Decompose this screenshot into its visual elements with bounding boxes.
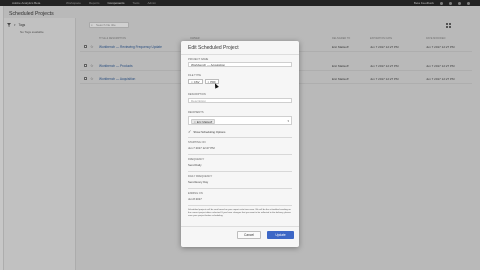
ending-on-value[interactable]: Jun 8 2017	[188, 197, 202, 201]
divider	[188, 154, 292, 155]
divider	[188, 205, 292, 206]
description-input[interactable]: Description	[188, 98, 292, 103]
file-type-label: File Type	[188, 74, 201, 77]
recipient-pill[interactable]: × Eric Matisoff	[191, 119, 216, 124]
edit-scheduled-project-dialog: Edit Scheduled Project Project Name Work…	[181, 41, 299, 247]
cancel-button[interactable]: Cancel	[237, 231, 261, 239]
recipient-name: Eric Matisoff	[196, 119, 213, 124]
recipients-input[interactable]: × Eric Matisoff ▾	[188, 116, 292, 125]
file-type-csv[interactable]: × CSV	[188, 79, 203, 84]
update-button[interactable]: Update	[267, 231, 294, 239]
starting-on-label: Starting On	[188, 141, 206, 144]
project-name-label: Project Name	[188, 58, 209, 61]
project-name-input[interactable]: Workbench — Acquisition	[188, 62, 292, 67]
divider	[188, 171, 292, 172]
chip-label: CSV	[193, 79, 200, 84]
starting-on-value[interactable]: Jun 7 2017 12:27 PM	[188, 146, 215, 150]
divider	[188, 137, 292, 138]
remove-icon[interactable]: ×	[191, 80, 193, 84]
frequency-value[interactable]: Send Daily	[188, 163, 202, 167]
chevron-down-icon[interactable]: ▾	[287, 119, 289, 123]
divider	[181, 54, 299, 55]
scheduling-note: Scheduled projects will be sent based on…	[188, 209, 291, 217]
daily-frequency-label: Daily Frequency	[188, 175, 213, 178]
remove-icon[interactable]: ×	[194, 120, 196, 124]
divider	[188, 188, 292, 189]
frequency-label: Frequency	[188, 158, 205, 161]
recipients-label: Recipients	[188, 111, 204, 114]
show-options-label: Show Scheduling Options	[193, 129, 226, 134]
checkmark-icon[interactable]: ✓	[188, 129, 191, 134]
remove-icon[interactable]: ×	[208, 80, 210, 84]
divider	[181, 226, 299, 227]
daily-frequency-value[interactable]: Send Every Day	[188, 180, 208, 184]
ending-on-label: Ending On	[188, 192, 203, 195]
show-scheduling-options[interactable]: ✓ Show Scheduling Options	[188, 129, 225, 134]
description-label: Description	[188, 93, 206, 96]
dialog-title: Edit Scheduled Project	[188, 45, 239, 51]
